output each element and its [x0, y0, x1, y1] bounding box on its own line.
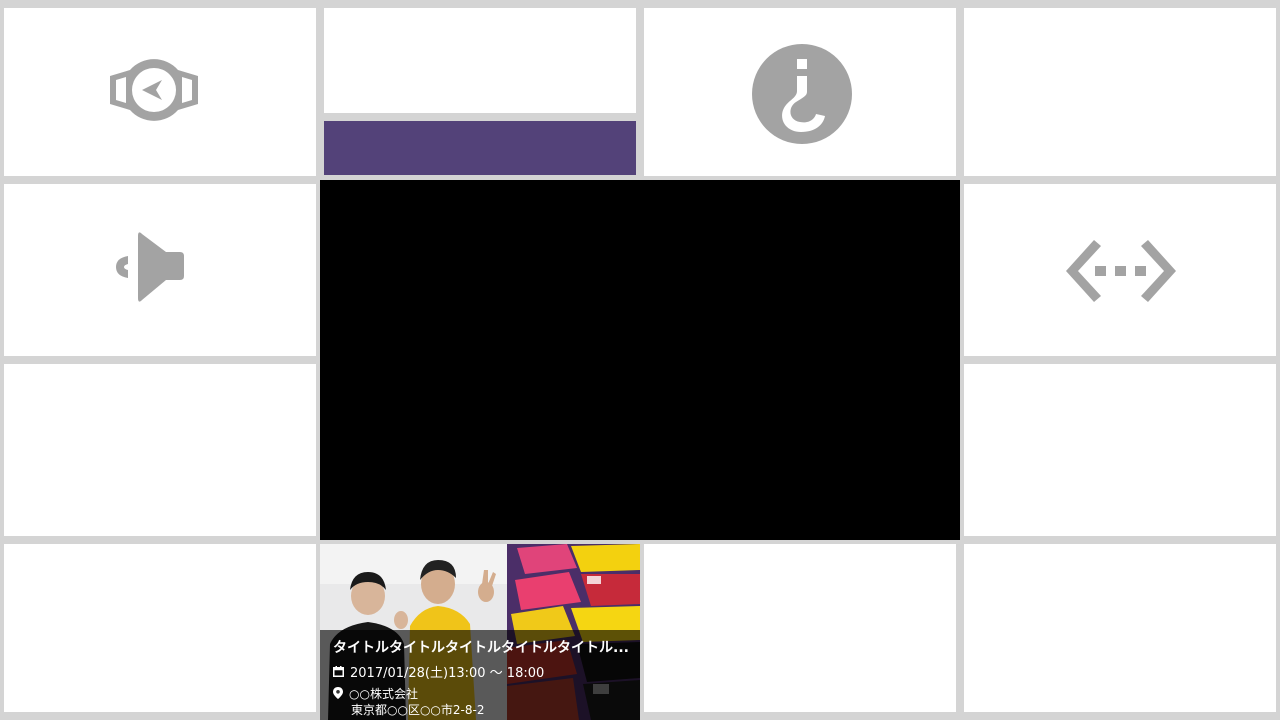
- compass-icon: [106, 58, 202, 122]
- tile-code[interactable]: [964, 184, 1276, 356]
- tile-blank-top[interactable]: [324, 8, 636, 113]
- event-venue-row: ○○株式会社: [333, 685, 418, 703]
- tile-compass[interactable]: [4, 8, 316, 176]
- calendar-icon: [333, 666, 344, 681]
- event-venue: ○○株式会社: [349, 687, 418, 701]
- code-brackets-icon: [1064, 238, 1178, 304]
- tile-megaphone[interactable]: [4, 184, 316, 356]
- tile-blank-3-1[interactable]: [4, 364, 316, 536]
- event-datetime: 2017/01/28(土)13:00 〜 18:00: [350, 666, 545, 681]
- question-mark-icon: [752, 44, 852, 144]
- tile-blank-4-3[interactable]: [644, 544, 956, 712]
- event-caption: タイトルタイトルタイトルタイトルタイトル... 2017/01/28(土)13:…: [320, 630, 640, 720]
- purple-accent-bar[interactable]: [324, 121, 636, 175]
- location-pin-icon: [333, 686, 343, 703]
- tile-blank-3-4[interactable]: [964, 364, 1276, 536]
- video-player[interactable]: [320, 180, 960, 540]
- tile-blank-4-4[interactable]: [964, 544, 1276, 712]
- event-card[interactable]: タイトルタイトルタイトルタイトルタイトル... 2017/01/28(土)13:…: [320, 544, 640, 720]
- tile-blank-1-4[interactable]: [964, 8, 1276, 176]
- tile-blank-4-1[interactable]: [4, 544, 316, 712]
- tile-question[interactable]: [644, 8, 956, 176]
- event-title: タイトルタイトルタイトルタイトルタイトル...: [333, 640, 629, 656]
- event-datetime-row: 2017/01/28(土)13:00 〜 18:00: [333, 662, 544, 681]
- event-address: 東京都○○区○○市2-8-2: [351, 703, 485, 717]
- megaphone-icon: [114, 230, 186, 304]
